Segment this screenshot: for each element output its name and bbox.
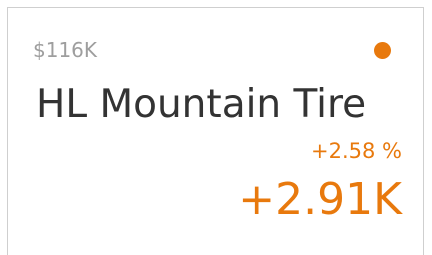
change-absolute: +2.91K: [238, 174, 402, 225]
status-dot-icon: [374, 42, 391, 59]
product-name: HL Mountain Tire: [36, 82, 367, 127]
change-percent: +2.58 %: [311, 139, 402, 163]
total-value: $116K: [33, 38, 98, 62]
kpi-card[interactable]: $116K HL Mountain Tire +2.58 % +2.91K: [7, 7, 424, 255]
